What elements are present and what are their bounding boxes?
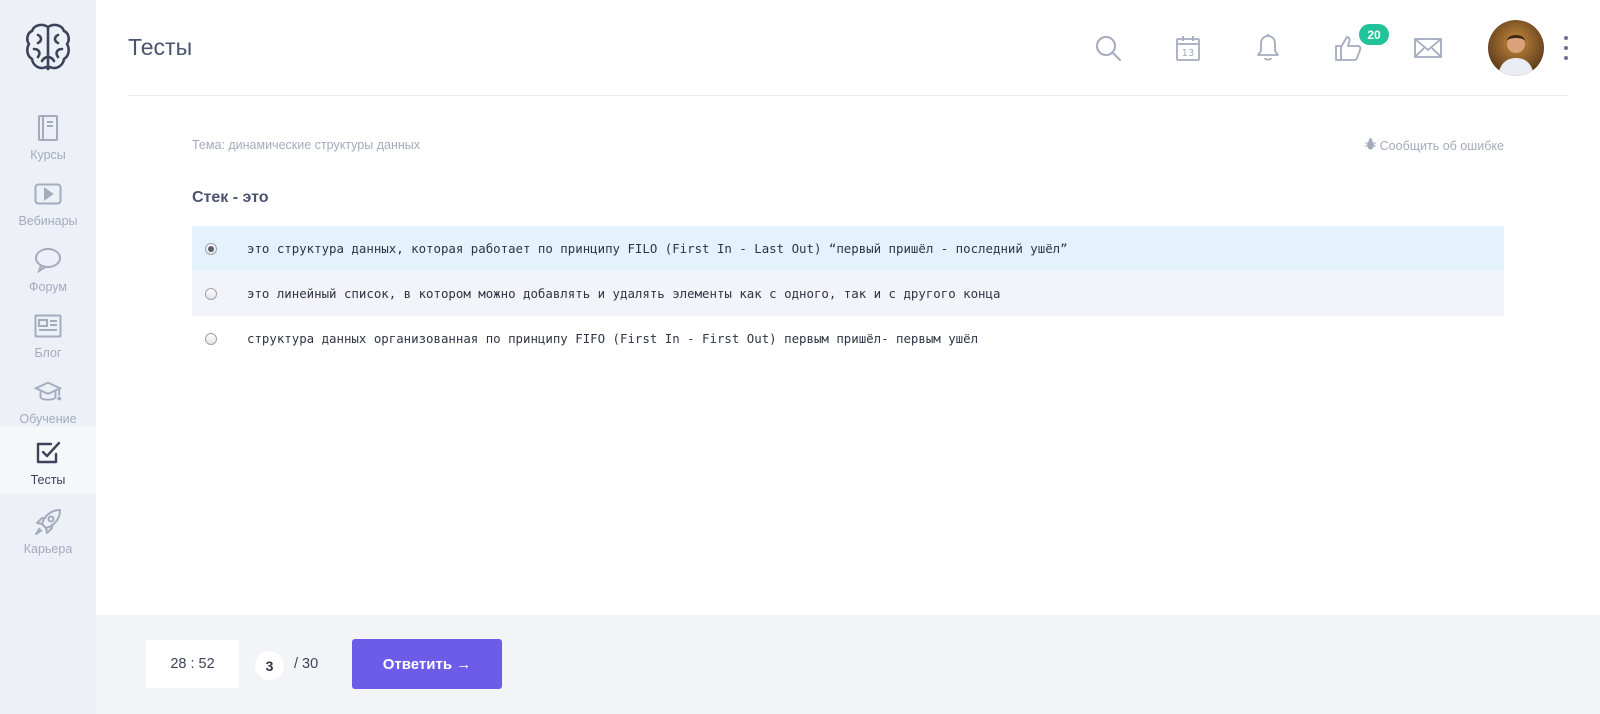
sidebar-item-label: Блог — [34, 346, 62, 360]
answer-option[interactable]: это линейный список, в котором можно доб… — [192, 271, 1504, 316]
mail-icon[interactable] — [1410, 30, 1446, 66]
sidebar-item-forum[interactable]: Форум — [0, 236, 96, 302]
answer-text: структура данных организованная по принц… — [247, 331, 979, 346]
answer-radio[interactable] — [205, 287, 217, 300]
calendar-icon[interactable]: 13 — [1170, 30, 1206, 66]
answer-text: это линейный список, в котором можно доб… — [247, 286, 1001, 301]
avatar[interactable] — [1488, 20, 1544, 76]
checkbox-icon — [34, 439, 62, 467]
page-title: Тесты — [128, 34, 193, 60]
sidebar-item-label: Курсы — [30, 148, 66, 162]
answer-option[interactable]: это структура данных, которая работает п… — [192, 226, 1504, 271]
calendar-day: 13 — [1182, 48, 1195, 59]
book-icon — [34, 114, 62, 142]
sidebar-item-career[interactable]: Карьера — [0, 498, 96, 564]
answer-option[interactable]: структура данных организованная по принц… — [192, 316, 1504, 361]
timer: 28 : 52 — [146, 640, 239, 688]
bell-icon[interactable] — [1250, 30, 1286, 66]
search-icon[interactable] — [1090, 30, 1126, 66]
more-menu-icon[interactable] — [1560, 36, 1572, 60]
report-error-label: Сообщить об ошибке — [1379, 138, 1504, 153]
bug-icon — [1364, 138, 1376, 153]
current-question-number: 3 — [255, 651, 284, 680]
answer-text: это структура данных, которая работает п… — [247, 241, 1068, 256]
newspaper-icon — [34, 312, 62, 340]
brain-logo-icon[interactable] — [24, 21, 72, 75]
chat-bubble-icon — [34, 246, 62, 274]
answer-radio[interactable] — [205, 242, 217, 255]
question-text: Стек - это — [192, 189, 269, 206]
report-error-link[interactable]: Сообщить об ошибке — [1364, 138, 1504, 153]
sidebar-item-label: Обучение — [19, 412, 77, 426]
submit-answer-button[interactable]: Ответить → — [352, 639, 502, 689]
test-footer — [96, 615, 1600, 714]
sidebar-item-webinars[interactable]: Вебинары — [0, 170, 96, 236]
test-topic: Тема: динамические структуры данных — [192, 138, 420, 152]
rocket-icon — [34, 508, 62, 536]
header-divider — [128, 95, 1568, 96]
answer-radio[interactable] — [205, 332, 217, 345]
sidebar-item-label: Карьера — [23, 542, 73, 556]
sidebar-item-tests[interactable]: Тесты — [0, 427, 96, 493]
graduation-cap-icon — [34, 378, 62, 406]
sidebar: Курсы Вебинары Форум Блог Обучение Тесты — [0, 0, 96, 714]
sidebar-item-blog[interactable]: Блог — [0, 302, 96, 368]
sidebar-item-education[interactable]: Обучение — [0, 368, 96, 434]
sidebar-item-label: Вебинары — [18, 214, 78, 228]
total-questions: / 30 — [294, 656, 319, 672]
answer-list: это структура данных, которая работает п… — [192, 226, 1504, 361]
sidebar-item-label: Тесты — [30, 473, 66, 487]
notification-badge: 20 — [1359, 24, 1389, 45]
play-icon — [34, 180, 62, 208]
sidebar-item-courses[interactable]: Курсы — [0, 104, 96, 170]
sidebar-item-label: Форум — [29, 280, 67, 294]
